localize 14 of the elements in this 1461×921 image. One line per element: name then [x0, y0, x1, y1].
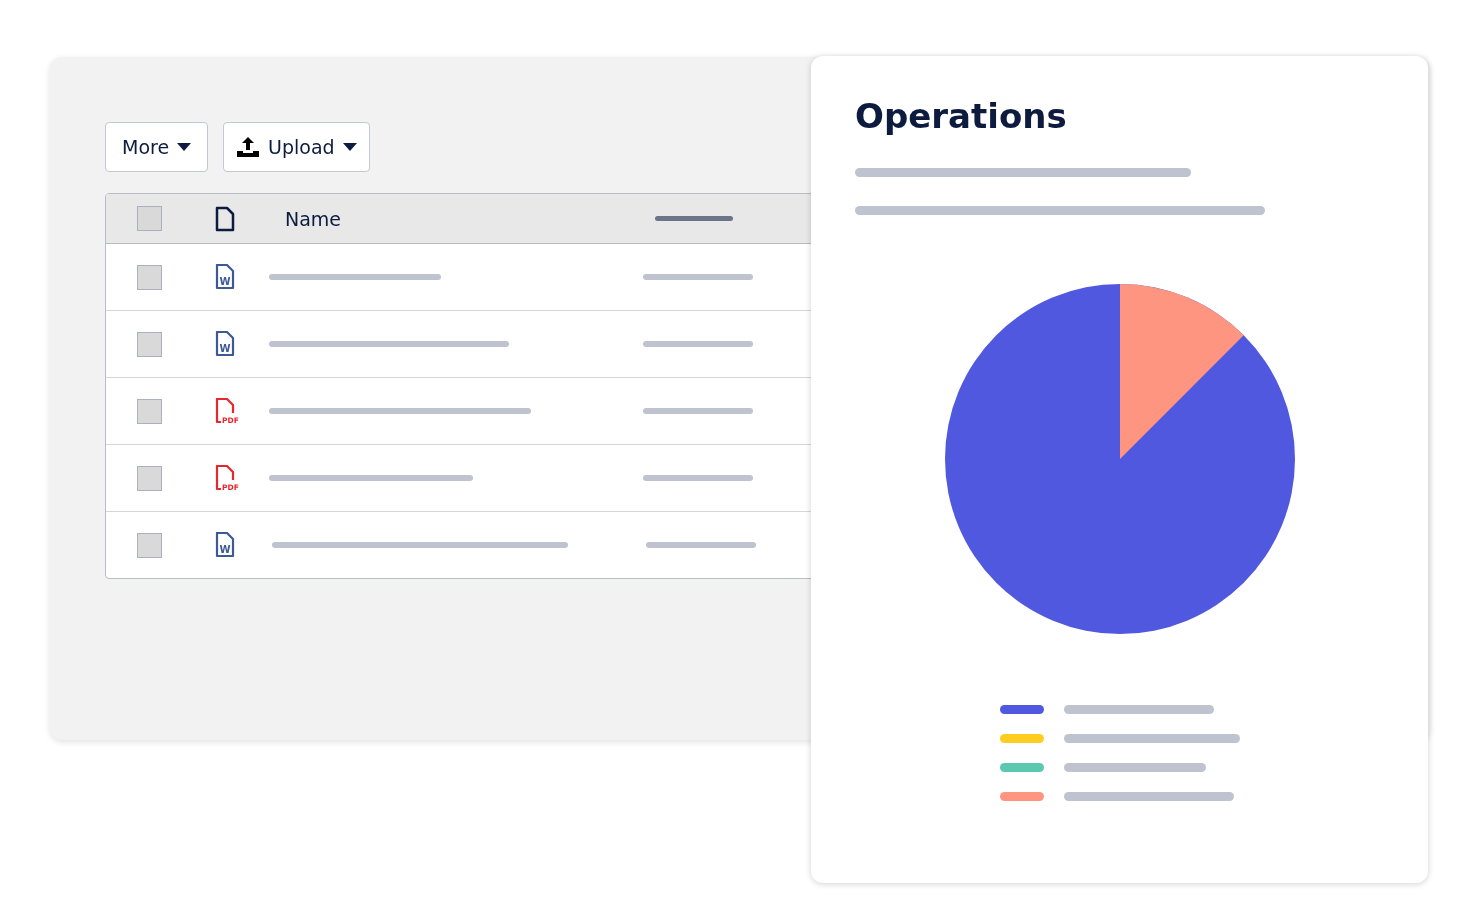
row-checkbox[interactable] — [137, 465, 162, 491]
caret-icon — [177, 143, 192, 151]
column-header: Name — [285, 207, 343, 230]
more-button[interactable]: More — [105, 122, 209, 172]
upload-icon — [236, 135, 261, 159]
row-checkbox[interactable] — [137, 331, 162, 357]
row-checkbox[interactable] — [137, 532, 162, 558]
row-checkbox[interactable] — [137, 398, 162, 424]
panel-title: Operations — [855, 96, 1068, 136]
upload-button[interactable]: Upload — [223, 122, 370, 172]
document-icon — [215, 205, 235, 232]
caret-icon — [342, 143, 357, 151]
row-checkbox[interactable] — [137, 264, 162, 290]
select-all-checkbox[interactable] — [137, 206, 162, 231]
